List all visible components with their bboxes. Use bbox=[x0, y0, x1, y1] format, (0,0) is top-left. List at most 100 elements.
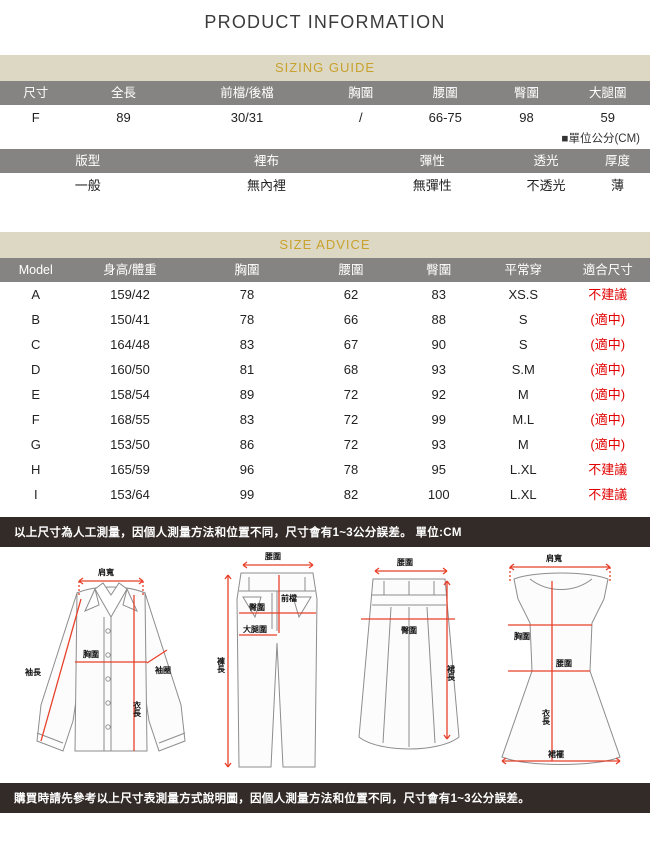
advice-cell-usual: S bbox=[481, 332, 566, 357]
advice-cell-usual: M bbox=[481, 382, 566, 407]
sizing-header-cell: 腰圍 bbox=[403, 81, 488, 105]
shirt-label-sleeve-length: 袖長 bbox=[24, 667, 42, 677]
pants-label-front-rise: 前檔 bbox=[281, 593, 297, 603]
fabric-cell: 無內裡 bbox=[175, 173, 358, 198]
dress-label-waist: 腰圍 bbox=[555, 658, 572, 668]
sizing-guide-band: SIZING GUIDE bbox=[0, 55, 650, 81]
advice-cell-height-weight: 159/42 bbox=[71, 282, 189, 307]
advice-cell-hip: 90 bbox=[396, 332, 481, 357]
fit-recommendation-badge: (適中) bbox=[565, 407, 650, 432]
advice-header-cell: Model bbox=[0, 258, 72, 282]
advice-cell-usual: L.XL bbox=[481, 457, 566, 482]
product-information-page: PRODUCT INFORMATION SIZING GUIDE 尺寸 全長 前… bbox=[0, 0, 650, 841]
page-title: PRODUCT INFORMATION bbox=[204, 12, 446, 32]
sizing-header-cell: 尺寸 bbox=[0, 81, 72, 105]
advice-cell-height-weight: 165/59 bbox=[71, 457, 189, 482]
fit-recommendation-badge: 不建議 bbox=[565, 482, 650, 507]
sizing-cell: 59 bbox=[565, 105, 650, 130]
size-advice-band: SIZE ADVICE bbox=[0, 232, 650, 258]
sizing-guide-header-row: 尺寸 全長 前檔/後檔 胸圍 腰圍 臀圍 大腿圍 bbox=[0, 81, 650, 105]
fabric-header-cell: 厚度 bbox=[585, 149, 650, 173]
advice-cell-height-weight: 158/54 bbox=[71, 382, 189, 407]
shirt-label-armhole: 袖圈 bbox=[154, 665, 171, 675]
table-row: B 150/41 78 66 88 S (適中) bbox=[0, 307, 650, 332]
advice-cell-height-weight: 150/41 bbox=[71, 307, 189, 332]
pants-label-waist: 腰圍 bbox=[264, 551, 281, 561]
advice-header-cell: 胸圍 bbox=[188, 258, 306, 282]
advice-cell-hip: 83 bbox=[396, 282, 481, 307]
fit-recommendation-badge: 不建議 bbox=[565, 282, 650, 307]
advice-cell-model: H bbox=[0, 457, 72, 482]
skirt-measurement-diagram: 腰圍 臀圍 裙長 bbox=[349, 557, 469, 783]
fabric-header-cell: 透光 bbox=[507, 149, 585, 173]
advice-cell-bust: 83 bbox=[188, 332, 306, 357]
dress-label-hem: 裙襬 bbox=[547, 749, 564, 759]
skirt-label-hip: 臀圍 bbox=[401, 625, 417, 635]
advice-cell-usual: S bbox=[481, 307, 566, 332]
advice-cell-usual: M bbox=[481, 432, 566, 457]
advice-cell-hip: 95 bbox=[396, 457, 481, 482]
fit-recommendation-badge: (適中) bbox=[565, 357, 650, 382]
advice-header-cell: 平常穿 bbox=[481, 258, 566, 282]
advice-cell-model: E bbox=[0, 382, 72, 407]
advice-cell-usual: L.XL bbox=[481, 482, 566, 507]
dress-label-shoulder: 肩寬 bbox=[546, 553, 562, 563]
advice-cell-hip: 100 bbox=[396, 482, 481, 507]
fit-recommendation-badge: 不建議 bbox=[565, 457, 650, 482]
sizing-header-cell: 前檔/後檔 bbox=[175, 81, 319, 105]
advice-cell-hip: 93 bbox=[396, 357, 481, 382]
dress-measurement-diagram: 肩寬 胸圍 腰圍 衣長 裙襬 bbox=[486, 553, 636, 783]
sizing-header-cell: 胸圍 bbox=[318, 81, 403, 105]
sizing-cell: 30/31 bbox=[175, 105, 319, 130]
table-row: E 158/54 89 72 92 M (適中) bbox=[0, 382, 650, 407]
dress-label-body-length: 衣長 bbox=[540, 708, 550, 726]
sizing-guide-table-wrap: 尺寸 全長 前檔/後檔 胸圍 腰圍 臀圍 大腿圍 F 89 30/31 / 66… bbox=[0, 81, 650, 149]
fabric-properties-table: 版型 裡布 彈性 透光 厚度 一般 無內裡 無彈性 不透光 薄 bbox=[0, 149, 650, 198]
advice-header-cell: 身高/體重 bbox=[71, 258, 189, 282]
advice-cell-model: F bbox=[0, 407, 72, 432]
advice-header-cell: 適合尺寸 bbox=[565, 258, 650, 282]
pants-label-pant-length: 褲長 bbox=[217, 656, 226, 674]
sizing-guide-table: 尺寸 全長 前檔/後檔 胸圍 腰圍 臀圍 大腿圍 F 89 30/31 / 66… bbox=[0, 81, 650, 130]
fabric-cell: 不透光 bbox=[507, 173, 585, 198]
fabric-cell: 一般 bbox=[0, 173, 176, 198]
sizing-cell: F bbox=[0, 105, 72, 130]
sizing-header-cell: 全長 bbox=[71, 81, 176, 105]
shirt-label-shoulder: 肩寬 bbox=[98, 567, 114, 577]
advice-cell-bust: 81 bbox=[188, 357, 306, 382]
sizing-cell: 98 bbox=[487, 105, 566, 130]
sizing-header-cell: 臀圍 bbox=[487, 81, 566, 105]
advice-cell-model: B bbox=[0, 307, 72, 332]
fit-recommendation-badge: (適中) bbox=[565, 432, 650, 457]
fit-recommendation-badge: (適中) bbox=[565, 307, 650, 332]
shirt-label-bust: 胸圍 bbox=[83, 649, 99, 659]
advice-cell-bust: 78 bbox=[188, 282, 306, 307]
advice-cell-waist: 67 bbox=[305, 332, 397, 357]
table-row: 一般 無內裡 無彈性 不透光 薄 bbox=[0, 173, 650, 198]
sizing-cell: 66-75 bbox=[403, 105, 488, 130]
size-advice-body: A 159/42 78 62 83 XS.S 不建議 B 150/41 78 66 88 S (適中) C 1… bbox=[0, 282, 650, 507]
advice-cell-bust: 86 bbox=[188, 432, 306, 457]
advice-cell-model: D bbox=[0, 357, 72, 382]
advice-cell-waist: 78 bbox=[305, 457, 397, 482]
fit-recommendation-badge: (適中) bbox=[565, 382, 650, 407]
table-row: G 153/50 86 72 93 M (適中) bbox=[0, 432, 650, 457]
advice-cell-hip: 93 bbox=[396, 432, 481, 457]
advice-cell-usual: XS.S bbox=[481, 282, 566, 307]
advice-cell-height-weight: 164/48 bbox=[71, 332, 189, 357]
size-advice-table: Model 身高/體重 胸圍 腰圍 臀圍 平常穿 適合尺寸 A 159/42 78 6… bbox=[0, 258, 650, 507]
shirt-measurement-diagram: 肩寬 袖長 胸圍 袖圈 衣長 bbox=[15, 555, 200, 783]
skirt-label-waist: 腰圍 bbox=[396, 557, 413, 567]
advice-cell-waist: 72 bbox=[305, 407, 397, 432]
pants-label-hip: 臀圍 bbox=[249, 602, 265, 612]
table-row: H 165/59 96 78 95 L.XL 不建議 bbox=[0, 457, 650, 482]
table-row: A 159/42 78 62 83 XS.S 不建議 bbox=[0, 282, 650, 307]
table-row: I 153/64 99 82 100 L.XL 不建議 bbox=[0, 482, 650, 507]
table-row: F 168/55 83 72 99 M.L (適中) bbox=[0, 407, 650, 432]
advice-cell-bust: 78 bbox=[188, 307, 306, 332]
shirt-label-body-length: 衣長 bbox=[131, 700, 141, 718]
advice-cell-bust: 99 bbox=[188, 482, 306, 507]
advice-cell-model: A bbox=[0, 282, 72, 307]
dress-label-bust: 胸圍 bbox=[514, 631, 530, 641]
advice-cell-bust: 83 bbox=[188, 407, 306, 432]
